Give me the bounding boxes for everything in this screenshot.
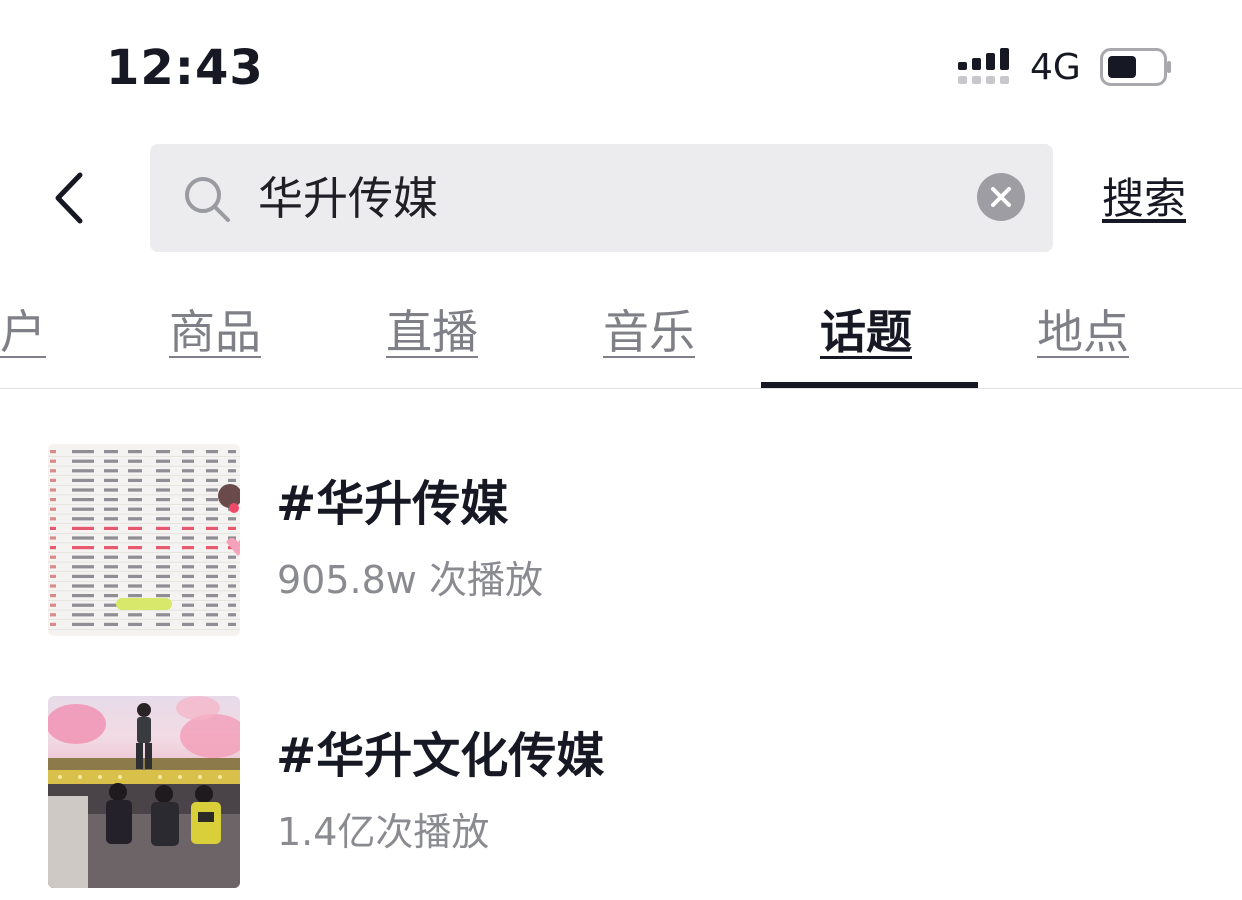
topic-play-count: 1.4亿次播放 [277, 810, 490, 854]
tab-topics[interactable]: 话题 [820, 302, 912, 362]
signal-icon [958, 48, 1009, 84]
search-icon [185, 177, 230, 222]
topic-title: #华升传媒 [276, 476, 509, 532]
ranking-table-thumbnail [48, 444, 240, 636]
tab-products[interactable]: 商品 [169, 302, 261, 362]
search-query[interactable]: 华升传媒 [258, 170, 438, 228]
stage-performance-thumbnail [48, 696, 240, 888]
tab-places[interactable]: 地点 [1037, 302, 1129, 362]
topic-title: #华升文化传媒 [276, 728, 605, 784]
close-icon [991, 187, 1011, 207]
tab-users[interactable]: 户 [0, 302, 46, 362]
search-button[interactable]: 搜索 [1102, 172, 1186, 226]
status-time: 12:43 [106, 40, 264, 96]
topic-play-count: 905.8w 次播放 [277, 558, 543, 602]
tab-live[interactable]: 直播 [386, 302, 478, 362]
chevron-left-icon[interactable] [50, 172, 90, 224]
network-type: 4G [1030, 47, 1081, 88]
tab-divider [0, 388, 1242, 389]
topic-result-item[interactable]: #华升文化传媒 1.4亿次播放 [0, 688, 1242, 898]
topic-result-item[interactable]: #华升传媒 905.8w 次播放 [0, 436, 1242, 646]
clear-search-button[interactable] [977, 173, 1025, 221]
tab-music[interactable]: 音乐 [603, 302, 695, 362]
battery-icon [1100, 48, 1171, 86]
